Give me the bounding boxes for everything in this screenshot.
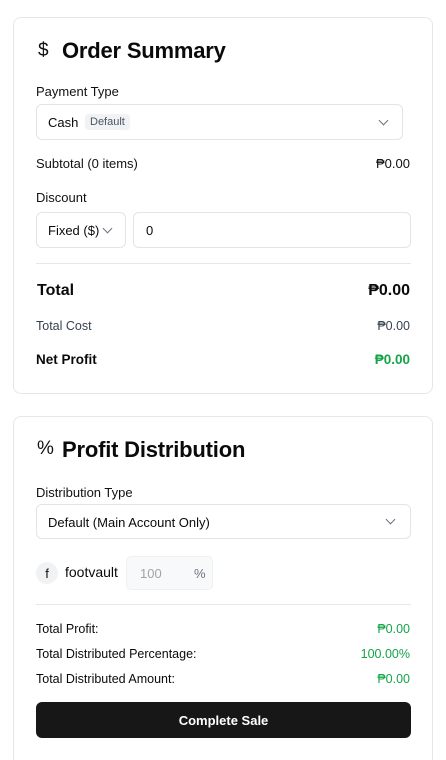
- net-profit-label: Net Profit: [36, 352, 97, 367]
- total-profit-label: Total Profit:: [36, 622, 99, 636]
- payment-type-select[interactable]: Cash Default: [36, 104, 403, 140]
- profit-distribution-title: Profit Distribution: [62, 437, 246, 462]
- order-summary-card: $ Order Summary Payment Type Cash Defaul…: [13, 17, 433, 394]
- percent-icon: %: [37, 438, 54, 459]
- chevron-down-icon: [102, 223, 113, 234]
- distribution-type-value: Default (Main Account Only): [48, 515, 210, 530]
- total-distributed-percentage-label: Total Distributed Percentage:: [36, 647, 197, 661]
- net-profit-value: ₱0.00: [374, 352, 410, 367]
- payment-type-value: Cash: [48, 115, 79, 130]
- default-badge: Default: [85, 114, 130, 130]
- total-distributed-amount-label: Total Distributed Amount:: [36, 672, 175, 686]
- account-name: footvault: [65, 564, 118, 580]
- distribution-type-label: Distribution Type: [36, 485, 133, 500]
- subtotal-label: Subtotal (0 items): [36, 156, 138, 171]
- order-summary-title: Order Summary: [62, 38, 226, 63]
- dollar-icon: $: [38, 40, 49, 61]
- complete-sale-button[interactable]: Complete Sale: [36, 702, 411, 738]
- avatar: f: [36, 562, 58, 584]
- divider: [36, 263, 411, 264]
- payment-type-label: Payment Type: [36, 84, 119, 99]
- divider: [36, 604, 411, 605]
- total-distributed-amount-value: ₱0.00: [377, 672, 410, 686]
- total-distributed-percentage-value: 100.00%: [360, 647, 410, 661]
- chevron-down-icon: [385, 514, 396, 525]
- discount-label: Discount: [36, 190, 87, 205]
- total-label: Total: [37, 282, 75, 299]
- discount-amount-input[interactable]: 0: [133, 212, 411, 248]
- total-value: ₱0.00: [368, 282, 410, 299]
- discount-type-value: Fixed ($): [48, 223, 100, 238]
- profit-distribution-card: % Profit Distribution Distribution Type …: [13, 416, 433, 760]
- account-row-footvault: f footvault 100 %: [36, 556, 216, 590]
- percent-placeholder: 100: [140, 566, 162, 581]
- subtotal-value: ₱0.00: [376, 156, 410, 171]
- percent-suffix: %: [194, 566, 206, 581]
- total-cost-label: Total Cost: [36, 319, 92, 333]
- discount-amount-value: 0: [146, 223, 154, 238]
- percent-input[interactable]: 100 %: [126, 556, 213, 590]
- distribution-type-select[interactable]: Default (Main Account Only): [36, 504, 411, 539]
- discount-type-select[interactable]: Fixed ($): [36, 212, 126, 248]
- chevron-down-icon: [378, 115, 389, 126]
- total-cost-value: ₱0.00: [377, 319, 410, 333]
- total-profit-value: ₱0.00: [377, 622, 410, 636]
